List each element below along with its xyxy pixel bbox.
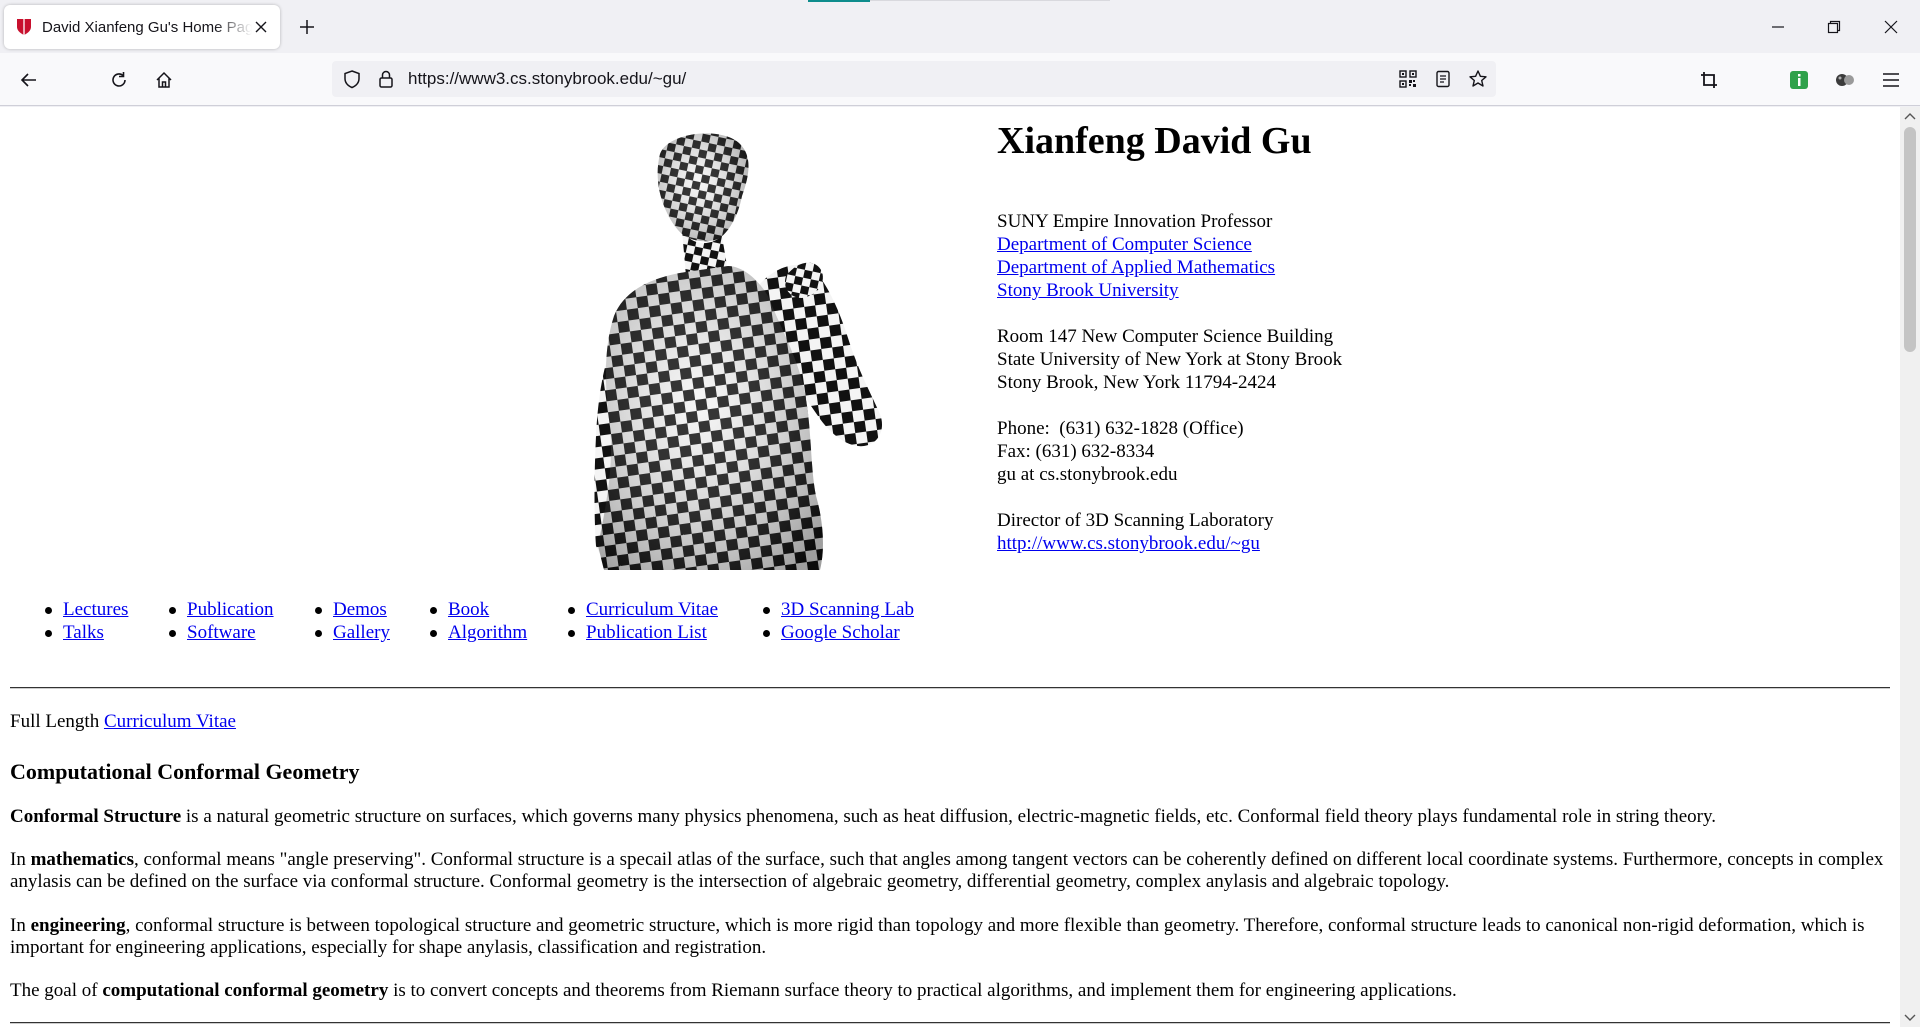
close-window-icon[interactable] (1873, 10, 1909, 44)
demos-link[interactable]: Demos (333, 599, 387, 620)
cv-line: Full Length Curriculum Vitae (10, 711, 1890, 733)
gallery-link[interactable]: Gallery (333, 622, 390, 643)
paragraph-3: In engineering, conformal structure is b… (10, 915, 1890, 959)
nav-column-6: 3D Scanning Lab Google Scholar (763, 598, 914, 644)
tab-strip-divider (870, 0, 1110, 1)
talks-link[interactable]: Talks (63, 622, 104, 643)
extension-green-icon[interactable] (1784, 65, 1814, 95)
paragraph-1: Conformal Structure is a natural geometr… (10, 806, 1890, 828)
list-item: Gallery (315, 621, 390, 644)
phone: Phone: (631) 632-1828 (Office) (997, 418, 1244, 439)
algorithm-link[interactable]: Algorithm (448, 622, 527, 643)
list-item: Software (169, 621, 274, 644)
paragraph-2: In mathematics, conformal means "angle p… (10, 849, 1890, 893)
address-univ: State University of New York at Stony Br… (997, 349, 1343, 370)
cv-prefix: Full Length (10, 711, 104, 732)
director-title: Director of 3D Scanning Laboratory (997, 510, 1274, 531)
nav-column-3: Demos Gallery (315, 598, 390, 644)
book-link[interactable]: Book (448, 599, 489, 620)
section-heading: Computational Conformal Geometry (10, 759, 360, 784)
paragraph-4: The goal of computational conformal geom… (10, 980, 1890, 1002)
paragraph-2-bold: mathematics (30, 849, 134, 870)
address-city: Stony Brook, New York 11794-2424 (997, 372, 1277, 393)
paragraph-2-pre: In (10, 849, 31, 870)
scanning-lab-link[interactable]: 3D Scanning Lab (781, 599, 914, 620)
lectures-link[interactable]: Lectures (63, 599, 128, 620)
list-item: Algorithm (429, 621, 527, 644)
list-item: Book (429, 598, 527, 621)
divider (10, 687, 1890, 689)
publication-list-link[interactable]: Publication List (586, 622, 707, 643)
screenshot-crop-icon[interactable] (1694, 65, 1724, 95)
checkered-statue-image (594, 133, 883, 570)
nav-column-5: Curriculum Vitae Publication List (567, 598, 718, 644)
list-item: Curriculum Vitae (567, 598, 718, 621)
vertical-scrollbar[interactable] (1900, 107, 1920, 1027)
page-viewport: Xianfeng David Gu SUNY Empire Innovation… (0, 107, 1900, 1027)
scroll-down-icon[interactable] (1904, 1013, 1916, 1023)
list-item: Publication List (567, 621, 718, 644)
tab-close-icon[interactable] (252, 18, 270, 36)
paragraph-1-text: is a natural geometric structure on surf… (181, 806, 1716, 827)
home-icon[interactable] (149, 65, 179, 95)
reload-icon[interactable] (104, 65, 134, 95)
bookmark-star-icon[interactable] (1468, 69, 1488, 89)
list-item: Demos (315, 598, 390, 621)
paragraph-4-text: is to convert concepts and theorems from… (388, 980, 1457, 1001)
email: gu at cs.stonybrook.edu (997, 464, 1178, 485)
scrollbar-thumb[interactable] (1904, 127, 1916, 352)
nav-column-4: Book Algorithm (429, 598, 527, 644)
university-link[interactable]: Stony Brook University (997, 279, 1342, 302)
list-item: Talks (44, 621, 128, 644)
divider-bottom (10, 1022, 1890, 1024)
google-scholar-link[interactable]: Google Scholar (781, 622, 900, 643)
dept-cs-link[interactable]: Department of Computer Science (997, 233, 1342, 256)
back-arrow-icon[interactable] (14, 65, 44, 95)
publication-link[interactable]: Publication (187, 599, 274, 620)
contact-block: Xianfeng David Gu SUNY Empire Innovation… (997, 119, 1342, 555)
extension-spheres-icon[interactable] (1830, 65, 1860, 95)
full-cv-link[interactable]: Curriculum Vitae (104, 711, 236, 732)
list-item: Lectures (44, 598, 128, 621)
paragraph-2-text: , conformal means "angle preserving". Co… (10, 849, 1884, 892)
reader-view-icon[interactable] (1433, 69, 1453, 89)
nav-column-1: Lectures Talks (44, 598, 128, 644)
curriculum-vitae-link[interactable]: Curriculum Vitae (586, 599, 718, 620)
paragraph-3-pre: In (10, 915, 31, 936)
tab-title: David Xianfeng Gu's Home Page (42, 18, 252, 36)
stony-brook-favicon-icon (17, 19, 31, 35)
qr-code-icon[interactable] (1398, 69, 1418, 89)
fax: Fax: (631) 632-8334 (997, 441, 1155, 462)
address-room: Room 147 New Computer Science Building (997, 326, 1334, 347)
list-item: Publication (169, 598, 274, 621)
list-item: Google Scholar (763, 621, 914, 644)
shield-icon[interactable] (342, 69, 362, 89)
navigation-toolbar: https://www3.cs.stonybrook.edu/~gu/ (0, 53, 1920, 106)
nav-column-2: Publication Software (169, 598, 274, 644)
paragraph-3-bold: engineering (30, 915, 126, 936)
lab-url-link[interactable]: http://www.cs.stonybrook.edu/~gu (997, 532, 1342, 555)
minimize-icon[interactable] (1760, 10, 1796, 44)
url-text[interactable]: https://www3.cs.stonybrook.edu/~gu/ (408, 61, 686, 97)
paragraph-3-text: , conformal structure is between topolog… (10, 915, 1865, 958)
tab-strip-accent (808, 0, 870, 2)
dept-am-link[interactable]: Department of Applied Mathematics (997, 256, 1342, 279)
new-tab-icon[interactable] (294, 14, 320, 40)
page-title: Xianfeng David Gu (997, 120, 1312, 162)
list-item: 3D Scanning Lab (763, 598, 914, 621)
paragraph-4-bold: computational conformal geometry (102, 980, 389, 1001)
paragraph-1-bold: Conformal Structure (10, 806, 182, 827)
address-bar[interactable]: https://www3.cs.stonybrook.edu/~gu/ (332, 61, 1496, 97)
tab-strip: David Xianfeng Gu's Home Page (0, 0, 1920, 53)
restore-icon[interactable] (1816, 10, 1852, 44)
paragraph-4-pre: The goal of (10, 980, 103, 1001)
browser-tab[interactable]: David Xianfeng Gu's Home Page (4, 5, 280, 49)
software-link[interactable]: Software (187, 622, 256, 643)
scroll-up-icon[interactable] (1904, 111, 1916, 121)
lock-icon[interactable] (376, 69, 396, 89)
hamburger-menu-icon[interactable] (1876, 65, 1906, 95)
job-title: SUNY Empire Innovation Professor (997, 211, 1273, 232)
